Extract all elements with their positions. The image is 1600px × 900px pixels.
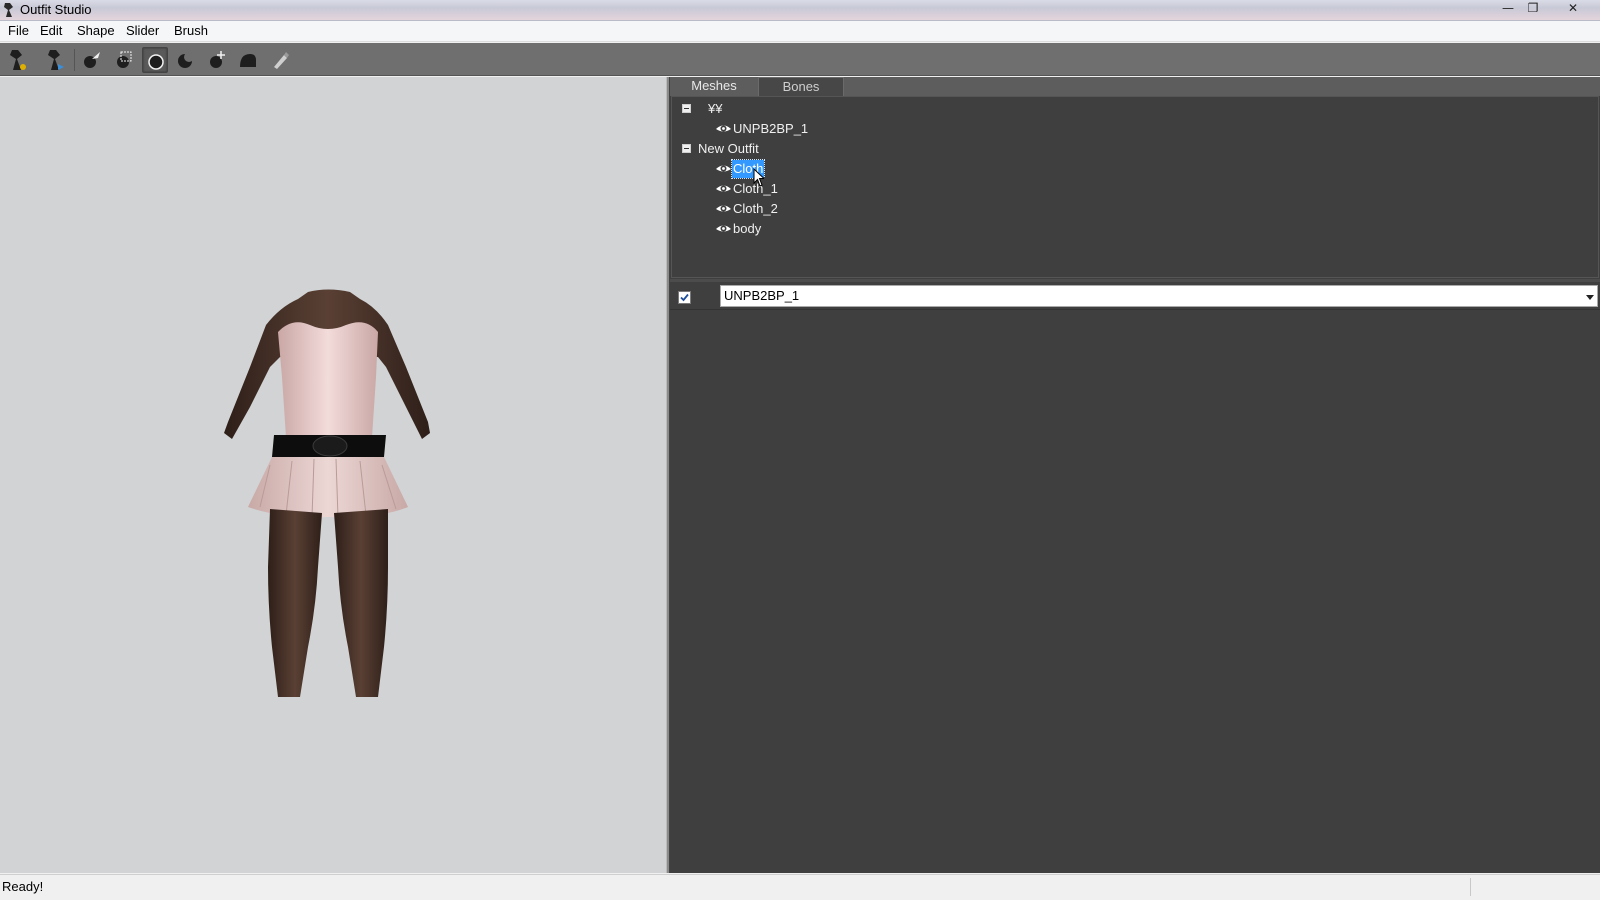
- smooth-brush-icon: [240, 54, 256, 67]
- load-reference-button[interactable]: [4, 47, 30, 73]
- move-brush-button[interactable]: [204, 47, 230, 73]
- sliders-panel: [670, 311, 1600, 873]
- load-reference-icon: [10, 50, 26, 70]
- collapse-icon[interactable]: [682, 104, 691, 113]
- tree-item-cloth[interactable]: Cloth: [715, 159, 915, 179]
- eye-icon[interactable]: [715, 202, 732, 215]
- tab-meshes[interactable]: Meshes: [670, 77, 758, 96]
- reference-dropdown[interactable]: UNPB2BP_1: [720, 285, 1598, 307]
- status-pane-separator: [1470, 878, 1471, 896]
- chevron-down-icon: [1586, 295, 1594, 300]
- eye-icon[interactable]: [715, 222, 732, 235]
- inflate-brush-button[interactable]: [142, 47, 168, 73]
- mask-brush-icon: [117, 51, 132, 68]
- close-button[interactable]: ✕: [1553, 0, 1593, 19]
- tree-item-cloth-1[interactable]: Cloth_1: [715, 180, 915, 198]
- collapse-icon[interactable]: [682, 144, 691, 153]
- select-brush-button[interactable]: [79, 47, 105, 73]
- app-icon: [4, 3, 13, 17]
- tree-group-label: ¥¥: [708, 101, 723, 116]
- maximize-button[interactable]: ❐: [1521, 0, 1545, 19]
- checkmark-icon: [680, 293, 689, 302]
- load-outfit-button[interactable]: [42, 47, 68, 73]
- 3d-viewport[interactable]: [0, 77, 666, 873]
- mouse-cursor-icon: [753, 168, 765, 187]
- eye-icon[interactable]: [715, 182, 732, 195]
- menu-bar: File Edit Shape Slider Brush: [0, 21, 1600, 42]
- move-brush-icon: [210, 51, 225, 68]
- tree-item-label: body: [733, 221, 762, 236]
- menu-brush[interactable]: Brush: [172, 23, 210, 38]
- tab-bones[interactable]: Bones: [758, 77, 844, 96]
- deflate-brush-button[interactable]: [173, 47, 199, 73]
- toolbar-separator: [74, 49, 75, 71]
- menu-file[interactable]: File: [6, 23, 31, 38]
- tree-item-body[interactable]: body: [715, 220, 915, 238]
- load-outfit-icon: [48, 50, 64, 70]
- mask-brush-button[interactable]: [111, 47, 137, 73]
- reference-selector-row: UNPB2BP_1: [670, 282, 1600, 310]
- right-panel: Meshes Bones ¥¥ UNPB2BP_1 New Outfit Clo…: [670, 77, 1600, 873]
- minimize-button[interactable]: —: [1496, 0, 1520, 19]
- tree-group-reference[interactable]: ¥¥: [682, 100, 882, 118]
- status-text: Ready!: [2, 879, 44, 894]
- menu-slider[interactable]: Slider: [124, 23, 161, 38]
- outfit-model-render: [224, 289, 430, 697]
- toolbar: [0, 43, 1600, 76]
- status-bar: Ready!: [0, 874, 1600, 900]
- tree-item-label: Cloth_2: [733, 201, 778, 216]
- deflate-brush-icon: [178, 52, 194, 68]
- eye-icon[interactable]: [715, 122, 732, 135]
- menu-shape[interactable]: Shape: [75, 23, 117, 38]
- weight-brush-button[interactable]: [267, 47, 293, 73]
- tree-group-label: New Outfit: [698, 141, 759, 156]
- tree-item-cloth-2[interactable]: Cloth_2: [715, 200, 915, 218]
- title-bar: Outfit Studio — ❐ ✕: [0, 0, 1600, 21]
- panel-tabs: Meshes Bones: [670, 77, 1600, 96]
- eye-icon[interactable]: [715, 162, 732, 175]
- select-brush-icon: [84, 52, 100, 68]
- weight-brush-icon: [274, 52, 289, 69]
- smooth-brush-button[interactable]: [235, 47, 261, 73]
- inflate-brush-icon: [148, 54, 164, 70]
- tree-item-unpb2bp-1[interactable]: UNPB2BP_1: [715, 120, 915, 138]
- reference-dropdown-value: UNPB2BP_1: [724, 288, 800, 303]
- window-title: Outfit Studio: [20, 2, 92, 17]
- tree-group-new-outfit[interactable]: New Outfit: [682, 140, 882, 158]
- menu-edit[interactable]: Edit: [38, 23, 64, 38]
- mesh-tree: ¥¥ UNPB2BP_1 New Outfit Cloth Cloth_1 Cl…: [671, 96, 1599, 278]
- tree-item-label: UNPB2BP_1: [733, 121, 809, 136]
- reference-visible-checkbox[interactable]: [678, 291, 691, 304]
